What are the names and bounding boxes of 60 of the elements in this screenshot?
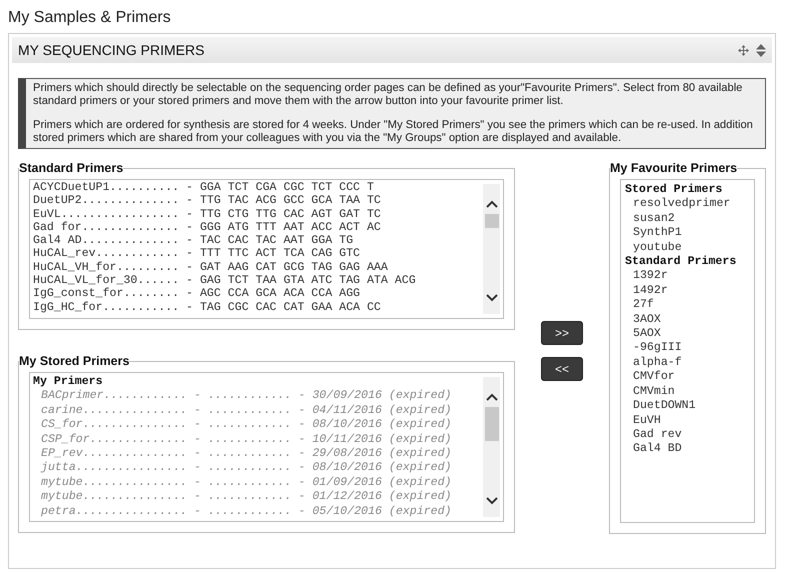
primer-option[interactable]: DuetDOWN1 [624, 399, 750, 414]
sort-icon[interactable] [756, 44, 766, 56]
primer-option[interactable]: CMVfor [624, 370, 750, 385]
primer-option[interactable]: 5AOX [624, 327, 750, 342]
primer-option[interactable]: SynthP1 [624, 226, 750, 241]
info-text: Primers which should directly be selectable on the sequencing order pages can be defined as your"Favourite Primers". Select from 80 available standard primers or your stored primers and move them with the arrow button into your favourite primer list. [33, 82, 744, 108]
primer-option[interactable]: 3AOX [624, 312, 750, 328]
primer-option[interactable]: Gal4 BD [624, 442, 750, 457]
primer-option[interactable]: IgG_HC_for........... - TAG CGC CAC CAT GAA ACA CC [33, 300, 480, 314]
primer-option[interactable]: CS_for............... - ............ - 08/10/2016 (expired) [33, 418, 480, 433]
move-button[interactable]: << [541, 357, 584, 381]
primer-option[interactable]: Gad rev [624, 428, 750, 442]
primer-option[interactable]: HuCAL_VH_for......... - GAT AAG CAT GCG TAG GAG AAA [33, 260, 480, 274]
scroll-down-icon[interactable] [486, 294, 498, 302]
panel-title: MY SEQUENCING PRIMERS [18, 42, 204, 58]
primer-option[interactable]: jutta................ - ............ - 08/10/2016 (expired) [33, 461, 480, 476]
standard-primers-list[interactable] [29, 179, 504, 319]
page-title: My Samples & Primers [8, 8, 172, 28]
primer-option[interactable]: carine............... - ............ - 04/11/2016 (expired) [33, 404, 480, 418]
primer-option[interactable]: HuCAL_VL_for_30...... - GAG TCT TAA GTA ATC TAG ATA ACG [33, 274, 480, 288]
group-legend: My Favourite Primers [610, 161, 738, 175]
group-label: Standard Primers [624, 255, 738, 270]
primer-option[interactable]: IgG_const_for........ - AGC CCA GCA ACA CCA AGG [33, 287, 480, 301]
primer-option[interactable]: EuVL................. - TTG CTG TTG CAC AGT GAT TC [33, 208, 480, 221]
primer-option[interactable]: petra................ - ............ - 05/10/2016 (expired) [33, 504, 480, 520]
scroll-up-icon[interactable] [486, 393, 498, 401]
primer-option[interactable]: EP_rev............... - ............ - 29/08/2016 (expired) [33, 447, 480, 462]
primer-option[interactable]: ACYCDuetUP1.......... - GGA TCT CGA CGC TCT CCC T [33, 181, 480, 194]
primer-option[interactable]: mytube............... - ............ - 01/09/2016 (expired) [33, 476, 480, 490]
group-legend: Standard Primers [19, 161, 124, 175]
scroll-thumb[interactable] [484, 407, 499, 441]
info-text: Primers which are ordered for synthesis are stored for 4 weeks. Under "My Stored Primers" you see the primers which can be re-used. In addition stored primers which are shared from your colleagues with you via the "My Groups" option are displayed and available. [33, 119, 754, 145]
primer-option[interactable]: CSP_for.............. - ............ - 10/11/2016 (expired) [33, 432, 480, 448]
primer-option[interactable]: Gad for.............. - GGG ATG TTT AAT ACC ACT AC [33, 220, 480, 234]
move-button[interactable]: >> [541, 321, 584, 345]
primer-option[interactable]: 27f [624, 298, 750, 313]
scroll-down-icon[interactable] [486, 497, 498, 505]
scrollbar[interactable] [483, 184, 500, 314]
primer-option[interactable]: youtube [624, 240, 750, 256]
primer-option[interactable]: mytube............... - ............ - 01/12/2016 (expired) [33, 490, 480, 505]
primer-option[interactable]: alpha-f [624, 356, 750, 370]
primer-option[interactable]: -96gIII [624, 341, 750, 356]
primer-option[interactable]: BACprimer............ - ............ - 30/09/2016 (expired) [33, 389, 480, 404]
group-label: My Primers [33, 375, 104, 390]
primer-option[interactable]: EuVH [624, 414, 750, 428]
primer-option[interactable]: susan2 [624, 212, 750, 226]
primer-option[interactable]: resolvedprimer [624, 197, 750, 212]
group-legend: My Stored Primers [19, 354, 130, 368]
primer-option[interactable]: CMVmin [624, 384, 750, 400]
primer-option[interactable]: 1492r [624, 284, 750, 298]
scroll-up-icon[interactable] [486, 200, 498, 208]
group-label: Stored Primers [624, 183, 724, 198]
scrollbar[interactable] [483, 377, 500, 517]
primer-option[interactable]: HuCAL_rev............ - TTT TTC ACT TCA CAG GTC [33, 247, 480, 261]
primer-option[interactable]: 1392r [624, 269, 750, 284]
scroll-thumb[interactable] [484, 214, 499, 228]
primer-option[interactable]: DuetUP2.............. - TTG TAC ACG GCC GCA TAA TC [33, 194, 480, 208]
move-icon[interactable] [738, 44, 749, 56]
favourite-primers-list[interactable]: Stored Primers resolvedprimer susan2 SynthP1 youtube Standard Primers 1392r 1492r 27f 3AOX 5AOX -96gIII alpha-f CMVfor CMVmin DuetDOWN1 EuVH Gad rev Gal4 BD [620, 179, 756, 523]
primer-option[interactable]: Gal4 AD.............. - TAC CAC TAC AAT GGA TG [33, 234, 480, 248]
